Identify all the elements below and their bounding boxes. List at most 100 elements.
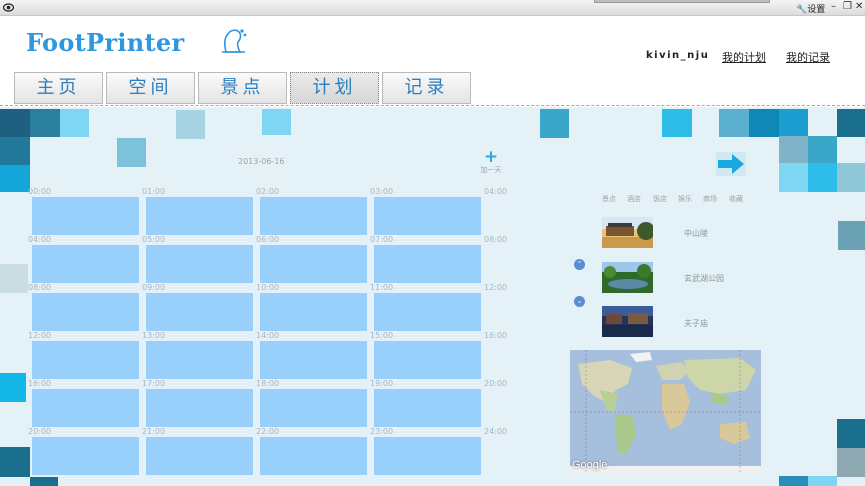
time-slot[interactable] (32, 197, 139, 235)
time-label-end: 24:00 (484, 427, 508, 436)
time-slot[interactable] (146, 437, 253, 475)
category-restaurants[interactable]: 饭店 (653, 194, 667, 204)
time-label: 15:00 (370, 331, 394, 340)
time-label: 17:00 (142, 379, 166, 388)
add-day-label: 加一天 (480, 166, 502, 174)
category-hotels[interactable]: 酒店 (627, 194, 641, 204)
world-map[interactable]: Google (570, 350, 761, 474)
time-label-end: 04:00 (484, 187, 508, 196)
time-slot[interactable] (260, 197, 367, 235)
time-label: 20:00 (28, 427, 52, 436)
decor-tile (0, 137, 30, 165)
time-label: 09:00 (142, 283, 166, 292)
time-label: 11:00 (370, 283, 394, 292)
place-thumbnail[interactable] (602, 306, 653, 337)
place-name[interactable]: 夫子庙 (684, 318, 708, 329)
add-day-button[interactable]: + 加一天 (478, 149, 504, 175)
time-label: 14:00 (256, 331, 280, 340)
category-attractions[interactable]: 景点 (602, 194, 616, 204)
title-strip (594, 0, 770, 3)
time-slot[interactable] (260, 437, 367, 475)
footprint-logo-icon (222, 29, 247, 53)
time-label: 02:00 (256, 187, 280, 196)
tab-home[interactable]: 主页 (14, 72, 103, 104)
time-slot[interactable] (32, 341, 139, 379)
tab-space[interactable]: 空间 (106, 72, 195, 104)
decor-tile (779, 136, 808, 164)
time-label: 12:00 (28, 331, 52, 340)
time-label: 04:00 (28, 235, 52, 244)
time-slot[interactable] (146, 293, 253, 331)
tab-attractions[interactable]: 景点 (198, 72, 287, 104)
time-label: 23:00 (370, 427, 394, 436)
time-label: 07:00 (370, 235, 394, 244)
time-label: 00:00 (28, 187, 52, 196)
time-label: 08:00 (28, 283, 52, 292)
time-label: 03:00 (370, 187, 394, 196)
time-slot[interactable] (32, 437, 139, 475)
tab-plan[interactable]: 计划 (290, 72, 379, 104)
decor-tile (662, 109, 692, 137)
time-slot[interactable] (374, 341, 481, 379)
time-label-end: 08:00 (484, 235, 508, 244)
time-slot[interactable] (146, 341, 253, 379)
category-entertainment[interactable]: 娱乐 (678, 194, 692, 204)
time-label: 10:00 (256, 283, 280, 292)
time-label: 16:00 (28, 379, 52, 388)
time-label-end: 16:00 (484, 331, 508, 340)
time-slot[interactable] (260, 389, 367, 427)
category-favorites[interactable]: 收藏 (729, 194, 743, 204)
time-label: 01:00 (142, 187, 166, 196)
time-slot[interactable] (374, 293, 481, 331)
time-slot[interactable] (146, 245, 253, 283)
time-slot[interactable] (32, 389, 139, 427)
decor-tile (837, 163, 865, 192)
time-label: 21:00 (142, 427, 166, 436)
time-slot[interactable] (260, 341, 367, 379)
time-slot[interactable] (146, 197, 253, 235)
plan-main-area: 2013-06-16 + 加一天 00:00 01:00 02:00 03:00 04:… (0, 107, 865, 486)
scroll-up-icon[interactable]: ⌃ (574, 259, 585, 270)
time-slot[interactable] (146, 389, 253, 427)
time-slot[interactable] (374, 389, 481, 427)
next-day-arrow-icon[interactable] (716, 152, 746, 176)
settings-button[interactable]: 🔧设置 (796, 2, 825, 15)
place-thumbnail[interactable] (602, 262, 653, 293)
time-slot[interactable] (374, 437, 481, 475)
minimize-icon[interactable]: – (831, 1, 836, 13)
time-label-end: 12:00 (484, 283, 508, 292)
decor-tile (0, 109, 30, 137)
place-thumbnail[interactable] (602, 217, 653, 248)
category-malls[interactable]: 商场 (703, 194, 717, 204)
decor-tile (749, 109, 779, 137)
decor-tile (837, 109, 865, 137)
time-slot[interactable] (374, 197, 481, 235)
map-image (570, 350, 761, 474)
decor-tile (262, 109, 291, 135)
eye-icon (3, 3, 14, 12)
time-slot[interactable] (32, 293, 139, 331)
place-name[interactable]: 玄武湖公园 (684, 273, 724, 284)
decor-tile (837, 419, 865, 448)
close-icon[interactable]: ✕ (855, 1, 863, 13)
decor-tile (0, 447, 30, 477)
decor-tile (176, 110, 205, 139)
restore-icon[interactable]: ❐ (843, 1, 852, 13)
plan-date: 2013-06-16 (238, 157, 285, 166)
place-name[interactable]: 中山陵 (684, 228, 708, 239)
time-slot[interactable] (260, 245, 367, 283)
time-slot[interactable] (260, 293, 367, 331)
decor-tile (808, 163, 837, 192)
time-slot[interactable] (32, 245, 139, 283)
tab-records[interactable]: 记录 (382, 72, 471, 104)
decor-tile (0, 264, 28, 293)
scroll-down-icon[interactable]: ⌄ (574, 296, 585, 307)
app-logo[interactable]: FootPrinter (26, 28, 184, 57)
app-header: FootPrinter kivin_nju 我的计划 我的记录 主页 空间 景点… (0, 16, 865, 106)
my-plans-link[interactable]: 我的计划 (722, 49, 766, 65)
decor-tile (30, 477, 58, 486)
time-label: 05:00 (142, 235, 166, 244)
my-records-link[interactable]: 我的记录 (786, 49, 830, 65)
time-label: 18:00 (256, 379, 280, 388)
time-slot[interactable] (374, 245, 481, 283)
